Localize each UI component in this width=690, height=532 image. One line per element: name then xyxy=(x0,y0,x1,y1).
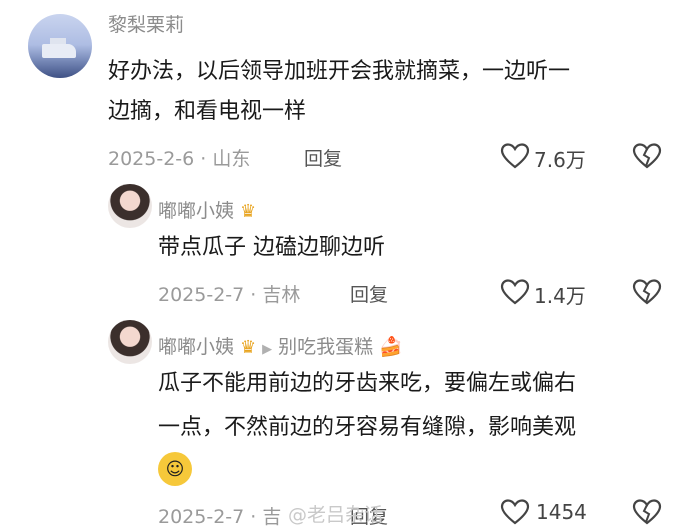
cake-emoji: 🍰 xyxy=(379,336,403,358)
avatar[interactable] xyxy=(28,14,92,78)
comment-text-line: 好办法，以后领导加班开会我就摘菜，一边听一 xyxy=(108,59,571,84)
avatar[interactable] xyxy=(108,320,152,364)
smiling-face-emoji: ☺ xyxy=(158,452,192,486)
comment-date-location: 2025-2-6 · 山东 xyxy=(108,148,251,170)
comment-text-line: 瓜子不能用前边的牙齿来吃，要偏左或偏右 xyxy=(158,371,577,396)
reply-username-text[interactable]: 嘟嘟小姨 xyxy=(158,336,234,358)
heart-outline-icon[interactable] xyxy=(500,278,530,306)
reply-to-username[interactable]: 别吃我蛋糕 xyxy=(278,336,373,358)
reply-button[interactable]: 回复 xyxy=(304,144,342,171)
reply-username[interactable]: 嘟嘟小姨 ♛ xyxy=(158,196,256,223)
reply-username-text[interactable]: 嘟嘟小姨 xyxy=(158,200,234,222)
like-count: 1454 xyxy=(536,500,587,524)
comment-date-location: 2025-2-7 · 吉 xyxy=(158,506,282,528)
broken-heart-icon[interactable] xyxy=(632,142,662,170)
heart-outline-icon[interactable] xyxy=(500,498,530,526)
comment-date-location: 2025-2-7 · 吉林 xyxy=(158,284,301,306)
triangle-right-icon: ▶ xyxy=(262,342,273,357)
broken-heart-icon[interactable] xyxy=(632,278,662,306)
like-count: 1.4万 xyxy=(534,284,586,308)
crown-icon: ♛ xyxy=(240,337,257,358)
heart-outline-icon[interactable] xyxy=(500,142,530,170)
reply-username[interactable]: 嘟嘟小姨 ♛ ▶ 别吃我蛋糕 🍰 xyxy=(158,332,403,359)
like-count: 7.6万 xyxy=(534,148,586,172)
avatar[interactable] xyxy=(108,184,152,228)
crown-icon: ♛ xyxy=(240,201,257,222)
comment-text-line: 带点瓜子 边磕边聊边听 xyxy=(158,235,385,260)
comment-username[interactable]: 黎梨栗莉 xyxy=(108,10,184,37)
comment-text-line: 一点，不然前边的牙容易有缝隙，影响美观 xyxy=(158,415,577,440)
comment-text-line: 边摘，和看电视一样 xyxy=(108,99,307,124)
broken-heart-icon[interactable] xyxy=(632,498,662,526)
watermark: @老吕杂话 xyxy=(288,504,384,526)
reply-button[interactable]: 回复 xyxy=(350,280,388,307)
